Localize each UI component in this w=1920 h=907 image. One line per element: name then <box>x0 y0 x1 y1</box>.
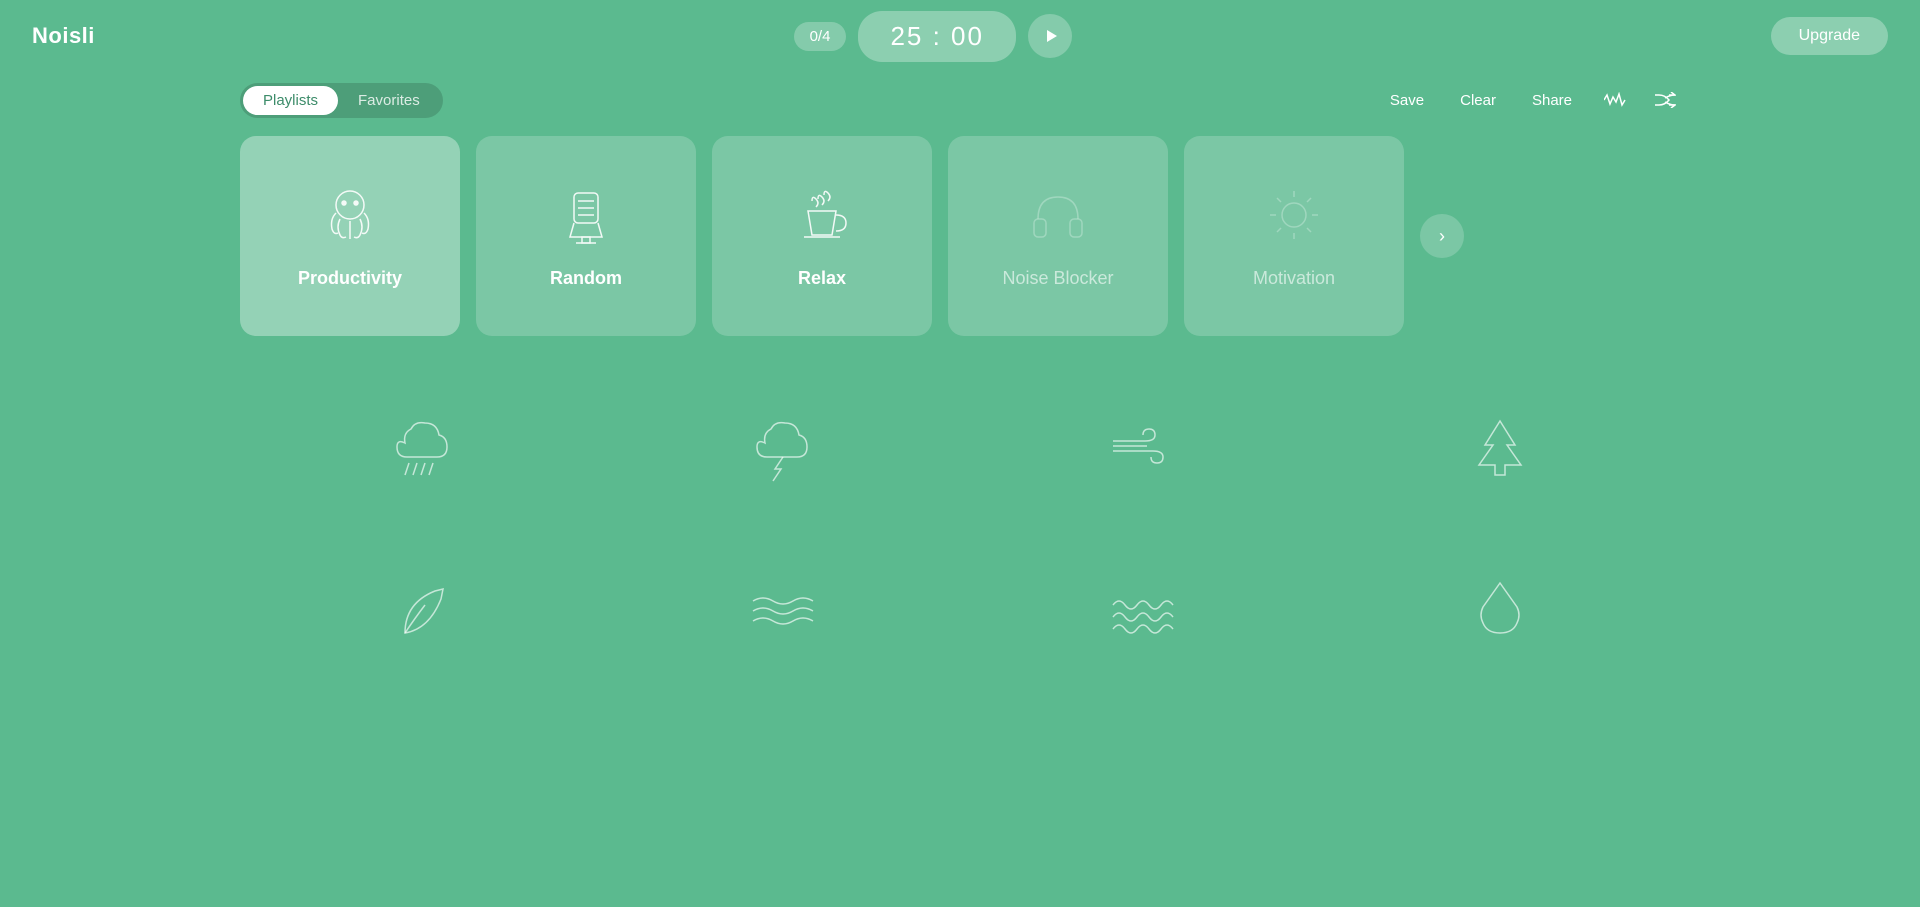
shuffle-icon <box>1654 92 1676 108</box>
headphones-icon <box>1026 183 1090 252</box>
waveform-icon <box>1604 92 1626 108</box>
wind-icon <box>1100 408 1180 488</box>
save-button[interactable]: Save <box>1382 88 1432 113</box>
sound-item-forest[interactable] <box>1320 408 1680 488</box>
playlist-card-relax[interactable]: Relax <box>712 136 932 336</box>
logo: Noisli <box>32 23 95 49</box>
scroll-next-button[interactable]: › <box>1420 214 1464 258</box>
share-button[interactable]: Share <box>1524 88 1580 113</box>
motivation-label: Motivation <box>1253 268 1335 289</box>
sound-item-leaf[interactable] <box>240 568 600 648</box>
playlists-section: Productivity Random <box>0 128 1920 360</box>
sun-icon <box>1262 183 1326 252</box>
timer-display: 25 : 00 <box>858 11 1016 62</box>
play-icon <box>1043 28 1059 44</box>
tea-icon <box>790 183 854 252</box>
toolbar-right: Save Clear Share <box>1382 88 1680 113</box>
sound-item-waves-calm[interactable] <box>600 568 960 648</box>
waves-calm-icon <box>740 568 820 648</box>
productivity-label: Productivity <box>298 268 402 289</box>
leaf-icon <box>380 568 460 648</box>
random-label: Random <box>550 268 622 289</box>
drop-icon <box>1460 568 1540 648</box>
forest-icon <box>1460 408 1540 488</box>
header: Noisli 0/4 25 : 00 Upgrade <box>0 0 1920 72</box>
toolbar: Playlists Favorites Save Clear Share <box>0 72 1920 128</box>
tab-favorites[interactable]: Favorites <box>338 86 440 115</box>
blender-icon <box>554 183 618 252</box>
clear-button[interactable]: Clear <box>1452 88 1504 113</box>
shuffle-icon-button[interactable] <box>1650 88 1680 112</box>
playlists-scroll: Productivity Random <box>240 136 1680 336</box>
octopus-icon <box>318 183 382 252</box>
waveform-icon-button[interactable] <box>1600 88 1630 112</box>
playlist-card-motivation[interactable]: Motivation <box>1184 136 1404 336</box>
ocean-waves-icon <box>1100 568 1180 648</box>
thunder-icon <box>740 408 820 488</box>
progress-badge: 0/4 <box>794 22 847 51</box>
relax-label: Relax <box>798 268 846 289</box>
playlist-card-productivity[interactable]: Productivity <box>240 136 460 336</box>
noise-blocker-label: Noise Blocker <box>1002 268 1113 289</box>
tab-playlists[interactable]: Playlists <box>243 86 338 115</box>
playlist-card-random[interactable]: Random <box>476 136 696 336</box>
sounds-grid <box>0 360 1920 696</box>
playlist-card-noise-blocker[interactable]: Noise Blocker <box>948 136 1168 336</box>
sound-item-drop[interactable] <box>1320 568 1680 648</box>
sound-item-rain[interactable] <box>240 408 600 488</box>
tab-group: Playlists Favorites <box>240 83 443 118</box>
chevron-right-icon: › <box>1439 226 1445 247</box>
sound-item-wind[interactable] <box>960 408 1320 488</box>
sound-item-waves[interactable] <box>960 568 1320 648</box>
sound-item-thunder[interactable] <box>600 408 960 488</box>
rain-icon <box>380 408 460 488</box>
header-center: 0/4 25 : 00 <box>794 11 1072 62</box>
play-button[interactable] <box>1028 14 1072 58</box>
upgrade-button[interactable]: Upgrade <box>1771 17 1888 55</box>
